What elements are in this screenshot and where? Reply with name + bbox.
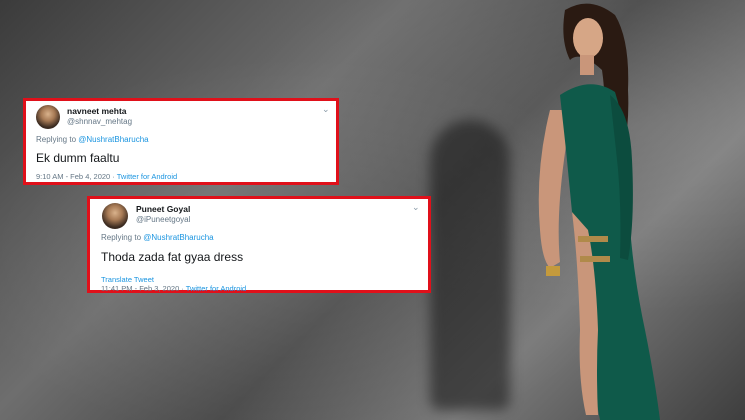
- tweet-meta: 9:10 AM - Feb 4, 2020 · Twitter for Andr…: [36, 172, 177, 181]
- avatar[interactable]: [36, 105, 60, 129]
- woman-in-green-dress: [538, 3, 660, 420]
- tweet-author-handle[interactable]: @iPuneetgoyal: [136, 215, 190, 224]
- tweet-card-1: navneet mehta @shnnav_mehtag ⌄ Replying …: [23, 98, 339, 185]
- replying-to: Replying to @NushratBharucha: [36, 135, 149, 144]
- chevron-down-icon[interactable]: ⌄: [322, 104, 330, 115]
- mention-link[interactable]: @NushratBharucha: [78, 135, 148, 144]
- avatar[interactable]: [102, 203, 128, 229]
- replying-to-prefix: Replying to: [101, 233, 144, 242]
- tweet-source-link[interactable]: Twitter for Android: [186, 284, 246, 293]
- tweet-author-name[interactable]: navneet mehta: [67, 106, 127, 116]
- tweet-text: Thoda zada fat gyaa dress: [101, 250, 244, 264]
- tweet-meta: 11:41 PM - Feb 3, 2020 · Twitter for And…: [101, 284, 246, 293]
- tweet-author-name[interactable]: Puneet Goyal: [136, 204, 190, 214]
- replying-to-prefix: Replying to: [36, 135, 79, 144]
- mention-link[interactable]: @NushratBharucha: [143, 233, 213, 242]
- chevron-down-icon[interactable]: ⌄: [412, 202, 420, 213]
- tweet-text: Ek dumm faaltu: [36, 151, 120, 165]
- translate-tweet-link[interactable]: Translate Tweet: [101, 275, 154, 284]
- tweet-timestamp[interactable]: 9:10 AM - Feb 4, 2020 ·: [36, 172, 117, 181]
- tweet-author-handle[interactable]: @shnnav_mehtag: [67, 117, 132, 126]
- tweet-card-2: Puneet Goyal @iPuneetgoyal ⌄ Replying to…: [87, 196, 431, 293]
- tweet-timestamp[interactable]: 11:41 PM - Feb 3, 2020 ·: [101, 284, 186, 293]
- replying-to: Replying to @NushratBharucha: [101, 233, 214, 242]
- tweet-source-link[interactable]: Twitter for Android: [117, 172, 177, 181]
